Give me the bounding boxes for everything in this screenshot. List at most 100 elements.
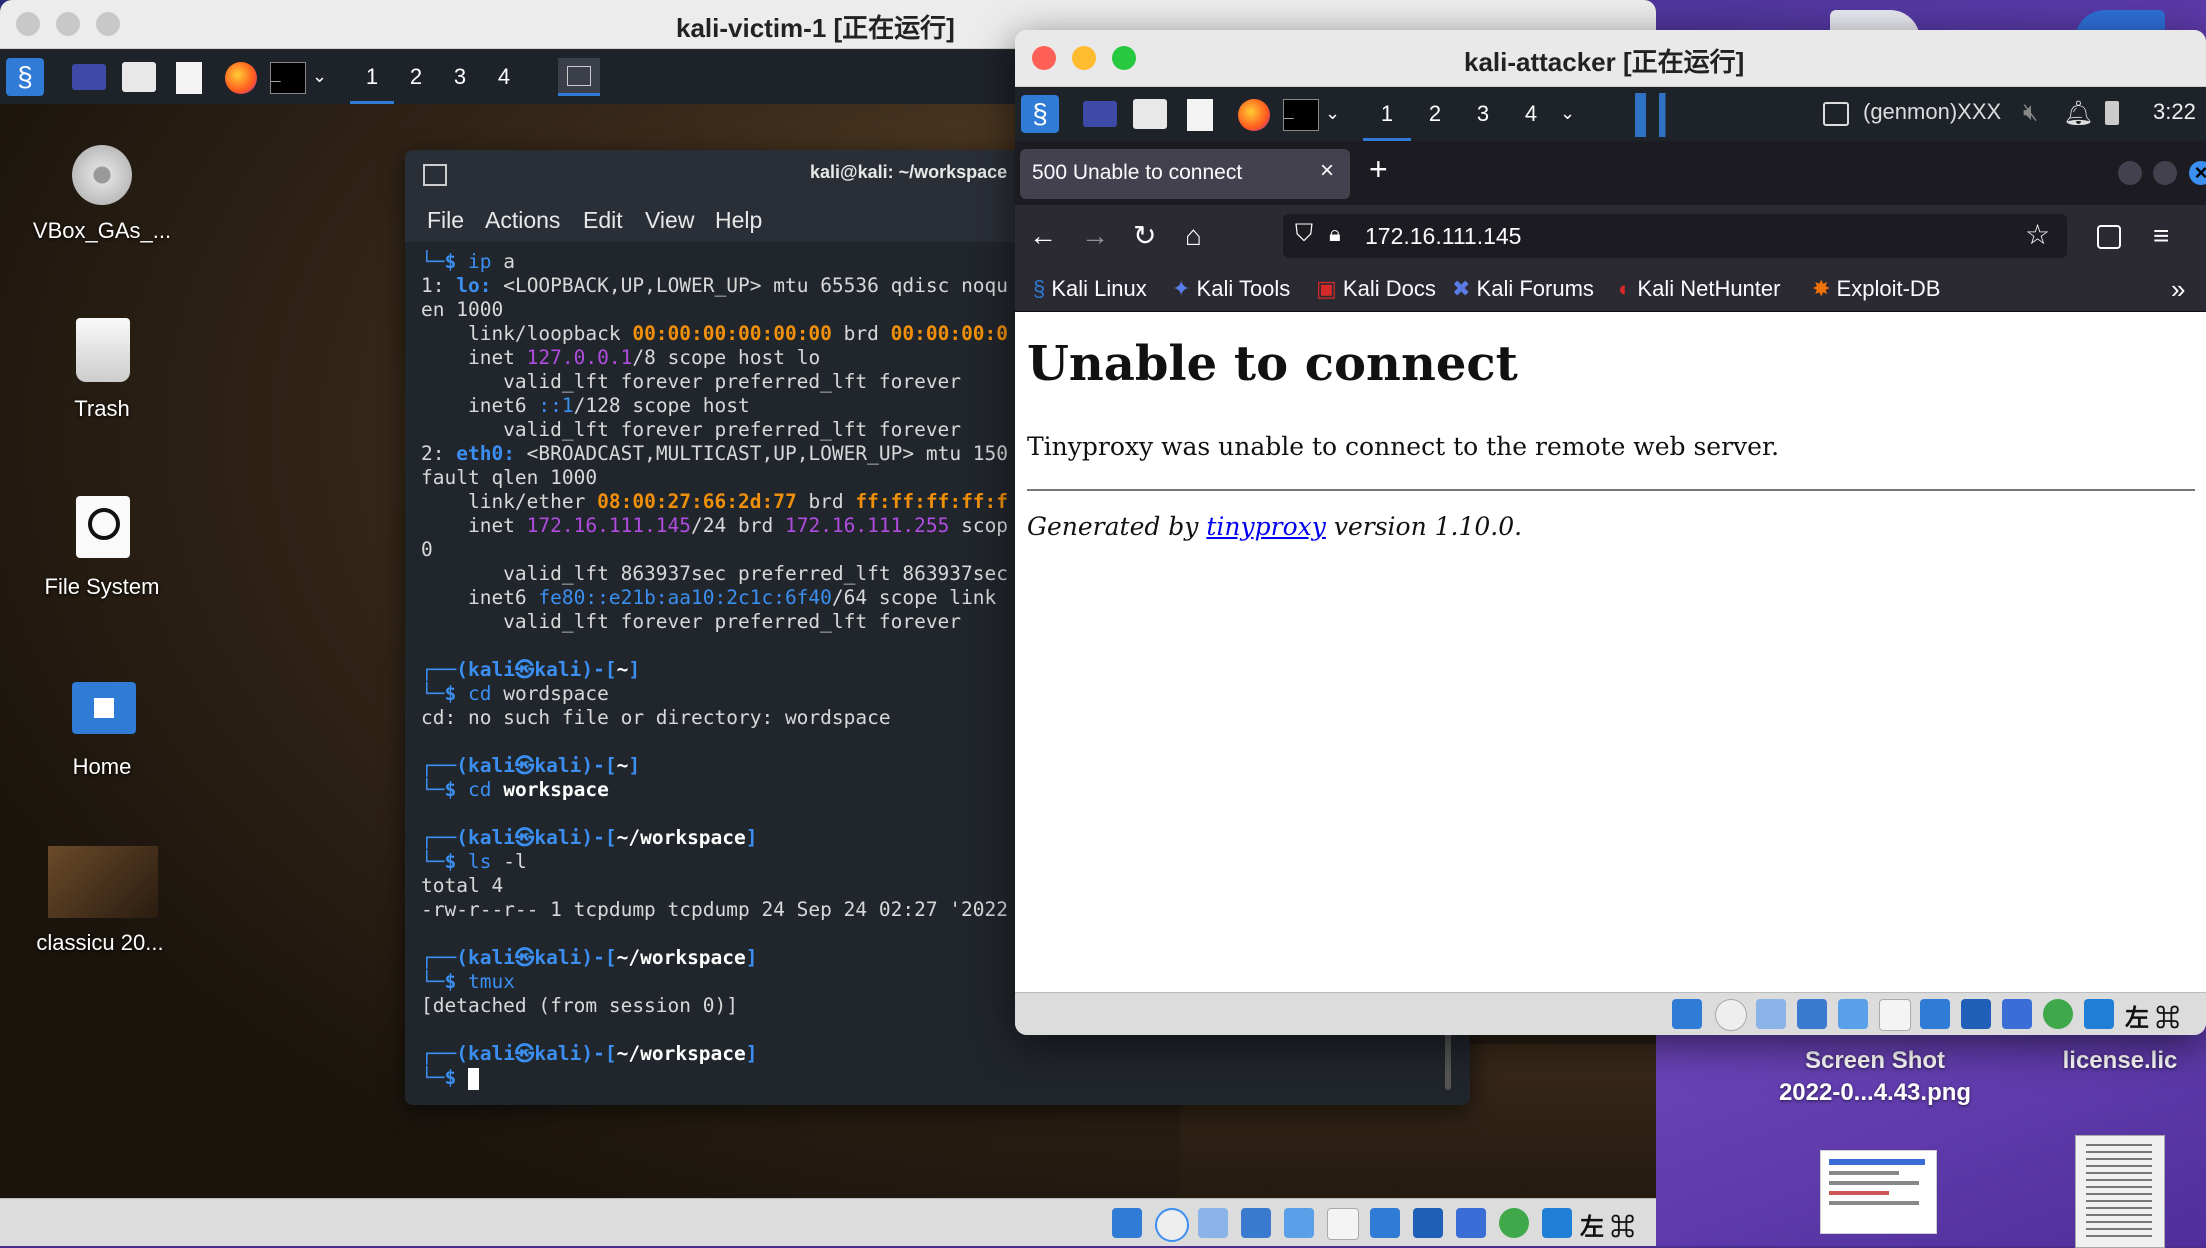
workspace-1[interactable]: 1: [350, 50, 394, 104]
clock[interactable]: 3:22: [2153, 99, 2196, 125]
audio-icon[interactable]: [1756, 999, 1786, 1029]
kali-docs-icon: ▣: [1316, 276, 1343, 301]
menu-help[interactable]: Help: [715, 198, 762, 242]
desktop-file-screenshot[interactable]: Screen Shot 2022-0...4.43.png: [1760, 1045, 1990, 1109]
minimize-button[interactable]: [56, 12, 80, 36]
tinyproxy-link[interactable]: tinyproxy: [1206, 512, 1326, 541]
close-button[interactable]: [1032, 46, 1056, 70]
forward-button[interactable]: →: [1081, 205, 1109, 267]
bookmark-exploit-db[interactable]: ✸ Exploit-DB: [1812, 267, 1940, 311]
desktop-file-license[interactable]: license.lic: [2045, 1045, 2195, 1077]
vt-x-icon[interactable]: [1456, 1208, 1486, 1238]
workspace-4[interactable]: 4: [1507, 87, 1555, 141]
shared-folder-icon[interactable]: [1327, 1208, 1359, 1240]
maximize-window-button[interactable]: [2153, 161, 2177, 185]
workspace-2[interactable]: 2: [394, 50, 438, 104]
recording-icon[interactable]: [1961, 999, 1991, 1029]
display-icon[interactable]: [1920, 999, 1950, 1029]
minimize-window-button[interactable]: [2118, 161, 2142, 185]
audio-icon[interactable]: [1198, 1208, 1228, 1238]
zoom-button[interactable]: [96, 12, 120, 36]
bookmark-kali-forums[interactable]: ✖ Kali Forums: [1452, 267, 1594, 311]
workspace-3[interactable]: 3: [438, 50, 482, 104]
recording-icon[interactable]: [1413, 1208, 1443, 1238]
text-editor-icon[interactable]: [176, 62, 202, 94]
license-file-icon[interactable]: [2075, 1135, 2165, 1248]
clipboard-icon[interactable]: [1823, 102, 1849, 126]
optical-drive-icon[interactable]: [1155, 1208, 1189, 1242]
chevron-down-icon[interactable]: ⌄: [1325, 103, 1340, 124]
kali-menu-icon[interactable]: §: [1021, 95, 1059, 133]
desktop-icon-label: classicu 20...: [36, 930, 164, 955]
menu-edit[interactable]: Edit: [583, 198, 623, 242]
file-manager-icon[interactable]: [122, 62, 156, 92]
lock-icon[interactable]: 🔒︎: [1329, 221, 1341, 247]
bookmark-kali-nethunter[interactable]: ◐ Kali NetHunter: [1618, 267, 1780, 311]
star-bookmark-icon[interactable]: ☆: [2025, 218, 2050, 251]
text-editor-icon[interactable]: [1187, 99, 1213, 131]
shield-icon[interactable]: ⛉: [1295, 220, 1313, 248]
workspace-3[interactable]: 3: [1459, 87, 1507, 141]
minimize-button[interactable]: [1072, 46, 1096, 70]
menu-actions[interactable]: Actions: [485, 198, 560, 242]
network-icon[interactable]: [1797, 999, 1827, 1029]
home-folder-icon: [72, 682, 136, 734]
file-manager-icon[interactable]: [1133, 99, 1167, 129]
workspace-1[interactable]: 1: [1363, 87, 1411, 141]
hdd-icon[interactable]: [1672, 999, 1702, 1029]
show-desktop-icon[interactable]: [1083, 101, 1117, 127]
guest-additions-icon[interactable]: [2043, 999, 2073, 1029]
mouse-integration-icon[interactable]: [2084, 999, 2114, 1029]
url-text[interactable]: 172.16.111.145: [1365, 223, 1521, 250]
page-heading: Unable to connect: [1027, 336, 1518, 392]
workspace-2[interactable]: 2: [1411, 87, 1459, 141]
url-bar[interactable]: ⛉ 🔒︎ 172.16.111.145 ☆: [1283, 214, 2067, 258]
show-desktop-icon[interactable]: [72, 64, 106, 90]
close-window-button[interactable]: ×: [2189, 161, 2206, 185]
hamburger-menu-icon[interactable]: ≡: [2153, 205, 2169, 267]
hdd-icon[interactable]: [1112, 1208, 1142, 1238]
nethunter-icon: ◐: [1618, 276, 1638, 301]
chevron-down-icon[interactable]: ⌄: [312, 66, 327, 87]
reload-button[interactable]: ↻: [1133, 205, 1156, 267]
kali-menu-icon[interactable]: §: [6, 58, 44, 96]
tab-active[interactable]: 500 Unable to connect ×: [1020, 149, 1350, 199]
usb-icon[interactable]: [1838, 999, 1868, 1029]
page-footer: Generated by tinyproxy version 1.10.0.: [1027, 512, 1523, 541]
firefox-icon[interactable]: [1238, 99, 1270, 131]
screenshot-thumbnail-icon[interactable]: [1820, 1150, 1937, 1234]
zoom-button[interactable]: [1112, 46, 1136, 70]
display-icon[interactable]: [1370, 1208, 1400, 1238]
menu-file[interactable]: File: [427, 198, 464, 242]
bookmark-kali-docs[interactable]: ▣ Kali Docs: [1316, 267, 1436, 311]
battery-icon[interactable]: [2105, 101, 2119, 125]
bookmark-kali-linux[interactable]: § Kali Linux: [1033, 267, 1147, 311]
workspace-switcher: 1 2 3 4: [1363, 87, 1555, 141]
terminal-title: kali@kali: ~/workspace: [810, 162, 1008, 182]
optical-drive-icon[interactable]: [1715, 999, 1747, 1031]
close-button[interactable]: [16, 12, 40, 36]
bookmarks-overflow-icon[interactable]: »: [2171, 267, 2185, 311]
close-tab-icon[interactable]: ×: [1320, 157, 1334, 185]
mute-icon[interactable]: 🔇︎: [2023, 99, 2038, 127]
guest-additions-icon[interactable]: [1499, 1208, 1529, 1238]
page-message: Tinyproxy was unable to connect to the r…: [1027, 432, 1780, 461]
home-button[interactable]: ⌂: [1185, 205, 1202, 267]
shared-folder-icon[interactable]: [1879, 999, 1911, 1031]
taskbar-terminal-button[interactable]: [558, 58, 600, 96]
workspace-4[interactable]: 4: [482, 50, 526, 104]
bookmark-kali-tools[interactable]: ✦ Kali Tools: [1172, 267, 1290, 311]
mouse-integration-icon[interactable]: [1542, 1208, 1572, 1238]
usb-icon[interactable]: [1284, 1208, 1314, 1238]
bell-icon[interactable]: 🔔︎: [2063, 99, 2093, 128]
terminal-icon[interactable]: _: [270, 62, 306, 94]
network-icon[interactable]: [1241, 1208, 1271, 1238]
menu-view[interactable]: View: [645, 198, 694, 242]
terminal-icon[interactable]: _: [1283, 99, 1319, 131]
back-button[interactable]: ←: [1029, 205, 1057, 267]
firefox-icon[interactable]: [225, 62, 257, 94]
pocket-icon[interactable]: [2097, 225, 2121, 249]
chevron-down-icon[interactable]: ⌄: [1560, 103, 1575, 124]
new-tab-button[interactable]: +: [1369, 151, 1388, 188]
vt-x-icon[interactable]: [2002, 999, 2032, 1029]
